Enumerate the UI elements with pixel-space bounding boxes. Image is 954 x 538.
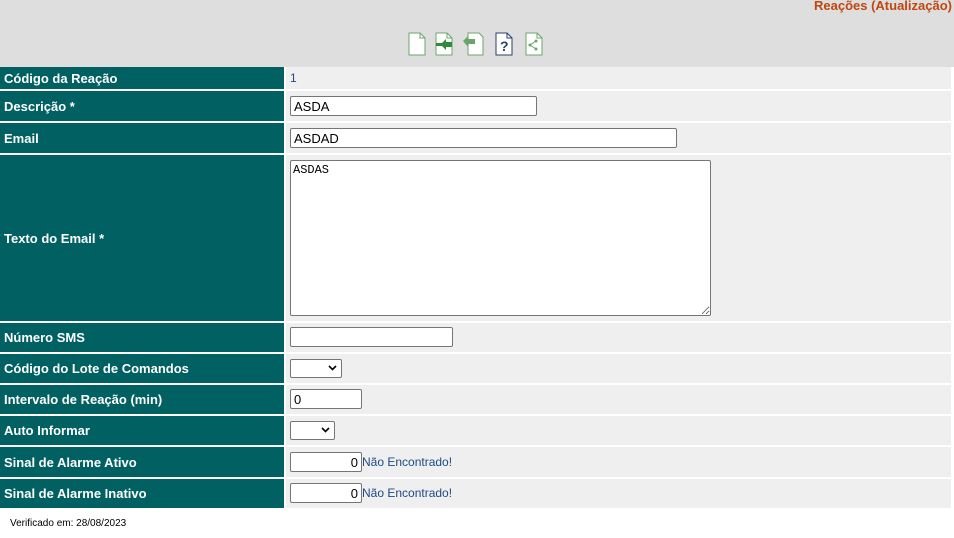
lote-field [286, 354, 951, 383]
new-document-icon[interactable] [407, 32, 427, 56]
verified-date: Verificado em: 28/08/2023 [10, 518, 127, 529]
row-sms: Número SMS [0, 323, 954, 352]
row-auto: Auto Informar [0, 416, 954, 445]
email-field [286, 123, 951, 153]
intervalo-input[interactable] [290, 389, 362, 409]
descricao-label: Descrição * [0, 91, 284, 121]
share-document-icon[interactable] [524, 32, 544, 56]
codigo-field: 1 [286, 67, 951, 89]
auto-field [286, 416, 951, 445]
alarme-inativo-field: Não Encontrado! [286, 479, 951, 508]
row-alarme-inativo: Sinal de Alarme Inativo Não Encontrado! [0, 479, 954, 508]
texto-textarea[interactable]: ASDAS [290, 160, 711, 316]
codigo-label: Código da Reação [0, 67, 284, 89]
svg-text:?: ? [500, 38, 509, 54]
alarme-ativo-label: Sinal de Alarme Ativo [0, 447, 284, 477]
codigo-value: 1 [290, 71, 297, 85]
lote-select[interactable] [290, 359, 342, 378]
row-alarme-ativo: Sinal de Alarme Ativo Não Encontrado! [0, 447, 954, 477]
intervalo-field [286, 385, 951, 414]
alarme-ativo-status: Não Encontrado! [362, 455, 453, 469]
alarme-ativo-field: Não Encontrado! [286, 447, 951, 477]
help-document-icon[interactable]: ? [494, 32, 514, 56]
intervalo-label: Intervalo de Reação (min) [0, 385, 284, 414]
auto-select[interactable] [290, 421, 335, 440]
row-codigo: Código da Reação 1 [0, 67, 954, 89]
chevron-down-icon [321, 427, 330, 433]
alarme-inativo-label: Sinal de Alarme Inativo [0, 479, 284, 508]
lote-label: Código do Lote de Comandos [0, 354, 284, 383]
row-texto: Texto do Email * ASDAS [0, 155, 954, 321]
row-lote: Código do Lote de Comandos [0, 354, 954, 383]
sms-field [286, 323, 951, 352]
page-title: Reações (Atualização) [814, 0, 952, 13]
email-label: Email [0, 123, 284, 153]
header-bar: Reações (Atualização) ? [0, 0, 954, 67]
sms-label: Número SMS [0, 323, 284, 352]
row-email: Email [0, 123, 954, 153]
alarme-ativo-input[interactable] [290, 452, 362, 472]
descricao-field [286, 91, 951, 121]
row-descricao: Descrição * [0, 91, 954, 121]
email-input[interactable] [290, 128, 677, 148]
chevron-down-icon [328, 365, 337, 371]
row-intervalo: Intervalo de Reação (min) [0, 385, 954, 414]
texto-field: ASDAS [286, 155, 951, 321]
auto-label: Auto Informar [0, 416, 284, 445]
alarme-inativo-input[interactable] [290, 483, 362, 503]
export-document-icon[interactable] [434, 32, 454, 56]
texto-label: Texto do Email * [0, 155, 284, 321]
alarme-inativo-status: Não Encontrado! [362, 486, 453, 500]
sms-input[interactable] [290, 327, 453, 347]
descricao-input[interactable] [290, 96, 537, 116]
undo-document-icon[interactable] [462, 32, 484, 56]
